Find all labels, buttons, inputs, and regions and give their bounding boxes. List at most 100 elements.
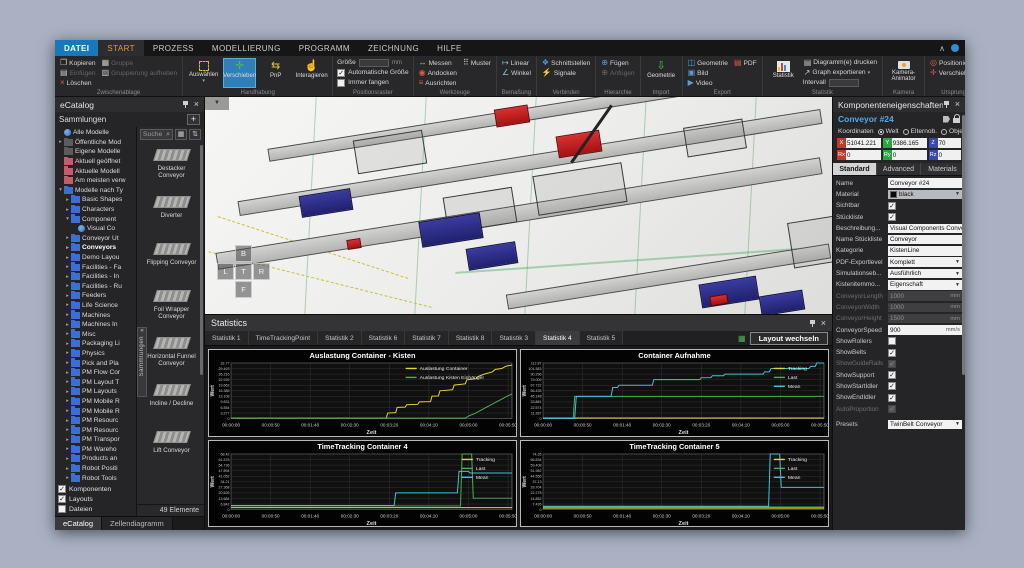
coord-value-input[interactable]: 9386.165: [892, 138, 927, 148]
sidebar-item-conveyor-ut[interactable]: ▸Conveyor Ut: [55, 234, 136, 244]
layouts-checkbox[interactable]: ✓Layouts: [58, 495, 133, 503]
sidebar-item-physics[interactable]: ▸Physics: [55, 349, 136, 359]
chevron-right-icon[interactable]: ▸: [64, 302, 71, 308]
layout-grid-icon[interactable]: ▦: [738, 334, 746, 343]
tab-statistik-8[interactable]: Statistik 8: [449, 331, 493, 345]
chevron-right-icon[interactable]: ▸: [64, 427, 71, 433]
chevron-right-icon[interactable]: ▸: [64, 235, 71, 241]
tab-statistik-7[interactable]: Statistik 7: [405, 331, 449, 345]
chevron-right-icon[interactable]: ▸: [64, 331, 71, 337]
f-gen-button[interactable]: ⊕Fügen: [600, 58, 635, 68]
checkbox-unchecked[interactable]: ✓: [58, 505, 66, 513]
chevron-right-icon[interactable]: ▸: [64, 245, 71, 251]
sidebar-item-am-meisten-verw[interactable]: Am meisten verw: [55, 176, 136, 186]
size-input[interactable]: [359, 59, 389, 67]
muster-button[interactable]: ⠿Muster: [462, 58, 492, 68]
catalog-item-horizontal-funnel-conveyor[interactable]: Horizontal Funnel Conveyor: [145, 332, 198, 379]
sidebar-item-life-science[interactable]: ▸Life Science: [55, 301, 136, 311]
coord-value-input[interactable]: 0: [846, 150, 881, 160]
radio-elternob[interactable]: Elternob.: [903, 128, 937, 135]
tab-statistik-2[interactable]: Statistik 2: [318, 331, 362, 345]
chevron-right-icon[interactable]: ▸: [64, 255, 71, 261]
bild-button[interactable]: ▣Bild: [687, 68, 729, 78]
sidebar-item-modelle-nach-ty[interactable]: ▾Modelle nach Ty: [55, 186, 136, 196]
catalog-item-diverter[interactable]: Diverter: [145, 191, 198, 238]
collapse-ribbon-icon[interactable]: ∧: [939, 44, 945, 53]
statistik-button[interactable]: Statistik: [767, 58, 800, 88]
pin-icon[interactable]: [182, 100, 189, 109]
schnittstellen-button[interactable]: ❖Schnittstellen: [541, 58, 591, 68]
sidebar-item-facilities-in[interactable]: ▸Facilities - In: [55, 272, 136, 282]
tab-modellierung[interactable]: MODELLIERUNG: [203, 40, 290, 56]
tag-icon[interactable]: [943, 116, 950, 123]
kopieren-button[interactable]: ❐Kopieren: [59, 58, 97, 68]
chevron-right-icon[interactable]: ▸: [64, 341, 71, 347]
chevron-right-icon[interactable]: ▸: [64, 437, 71, 443]
messen-button[interactable]: ↔Messen: [418, 58, 458, 68]
sidebar-item-pm-mobile-r[interactable]: ▸PM Mobile R: [55, 397, 136, 407]
catalog-item-flipping-conveyor[interactable]: Flipping Conveyor: [145, 238, 198, 285]
chevron-right-icon[interactable]: ▸: [64, 466, 71, 472]
chevron-right-icon[interactable]: ▸: [64, 389, 71, 395]
property-input[interactable]: black▼: [888, 190, 962, 200]
checkbox-checked[interactable]: ✓: [888, 202, 896, 210]
chevron-right-icon[interactable]: ▸: [64, 312, 71, 318]
sidebar-item-robot-tools[interactable]: ▸Robot Tools: [55, 473, 136, 483]
andocken-button[interactable]: ◉Andocken: [418, 68, 458, 78]
tab-hilfe[interactable]: HILFE: [428, 40, 471, 56]
property-dropdown[interactable]: Komplett▼: [888, 257, 962, 267]
komponenten-checkbox[interactable]: ✓Komponenten: [58, 485, 133, 493]
graph-exportieren-button[interactable]: ↗Graph exportieren▾: [803, 68, 871, 78]
sort-icon[interactable]: ⇅: [189, 129, 201, 140]
sidebar-item-eigene-modelle[interactable]: Eigene Modelle: [55, 147, 136, 157]
pin-icon[interactable]: [809, 319, 816, 328]
tab-standard[interactable]: Standard: [833, 163, 877, 175]
tab-prozess[interactable]: PROZESS: [144, 40, 203, 56]
property-input[interactable]: Conveyor: [888, 235, 962, 245]
tab-start[interactable]: START: [98, 40, 143, 56]
checkbox-checked[interactable]: ✓: [58, 495, 66, 503]
winkel-button[interactable]: ∠Winkel: [501, 68, 532, 78]
pdf-button[interactable]: ▤PDF: [733, 58, 758, 68]
radio-welt[interactable]: Welt: [878, 128, 899, 135]
tab-timetrackingpoint[interactable]: TimeTrackingPoint: [249, 331, 318, 345]
pnp-button[interactable]: ⇆PnP: [259, 58, 292, 88]
chevron-right-icon[interactable]: ▸: [64, 283, 71, 289]
sidebar-item-component[interactable]: ▾Component: [55, 214, 136, 224]
scrollbar[interactable]: [962, 115, 965, 375]
diagramm-e-drucken-button[interactable]: ▤Diagramm(e) drucken: [803, 58, 878, 68]
chevron-down-icon[interactable]: ▾: [64, 216, 71, 222]
checkbox-unchecked[interactable]: ✓: [888, 337, 896, 345]
sidebar-item-visual-co[interactable]: Visual Co: [55, 224, 136, 234]
chevron-right-icon[interactable]: ▸: [64, 446, 71, 452]
sidebar-item-aktuell-ge-ffnet[interactable]: Aktuell geöffnet: [55, 157, 136, 167]
catalog-item-lift-conveyor[interactable]: Lift Conveyor: [145, 426, 198, 473]
ausrichten-button[interactable]: ≡Ausrichten: [418, 78, 458, 88]
coord-value-input[interactable]: 0: [938, 150, 961, 160]
tab-statistik-4[interactable]: Statistik 4: [536, 331, 580, 345]
checkbox-checked[interactable]: ✓: [888, 349, 896, 357]
scrollbar[interactable]: [200, 145, 203, 375]
signale-button[interactable]: ⚡Signale: [541, 68, 591, 78]
view-cube-face-l[interactable]: L: [217, 263, 234, 280]
chevron-right-icon[interactable]: ▸: [64, 322, 71, 328]
sidebar-item-characters[interactable]: ▸Characters: [55, 205, 136, 215]
sidebar-item-aktuelle-modell[interactable]: Aktuelle Modell: [55, 166, 136, 176]
linear-button[interactable]: ↦Linear: [501, 58, 532, 68]
geometrie-button[interactable]: ◫Geometrie: [687, 58, 729, 68]
tab-statistik-5[interactable]: Statistik 5: [580, 331, 624, 345]
close-icon[interactable]: ×: [821, 319, 826, 328]
search-input[interactable]: Suche ⌕: [140, 129, 173, 140]
pin-icon[interactable]: [943, 100, 950, 109]
chevron-right-icon[interactable]: ▸: [64, 370, 71, 376]
sidebar-item-basic-shapes[interactable]: ▸Basic Shapes: [55, 195, 136, 205]
sidebar-item-ffentliche-mod[interactable]: ▸Öffentliche Mod: [55, 138, 136, 148]
sidebar-item-facilities-ru[interactable]: ▸Facilities - Ru: [55, 282, 136, 292]
automatische-gr-e-checkbox[interactable]: ✓Automatische Größe: [337, 68, 408, 77]
help-icon[interactable]: [951, 44, 959, 52]
add-collection-button[interactable]: +: [187, 114, 200, 125]
property-dropdown[interactable]: TwinBelt Conveyor▼: [888, 420, 962, 430]
view-cube-face-f[interactable]: F: [235, 281, 252, 298]
tab-zellendiagramm[interactable]: Zellendiagramm: [102, 517, 173, 530]
sidebar-item-pm-transpor[interactable]: ▸PM Transpor: [55, 435, 136, 445]
